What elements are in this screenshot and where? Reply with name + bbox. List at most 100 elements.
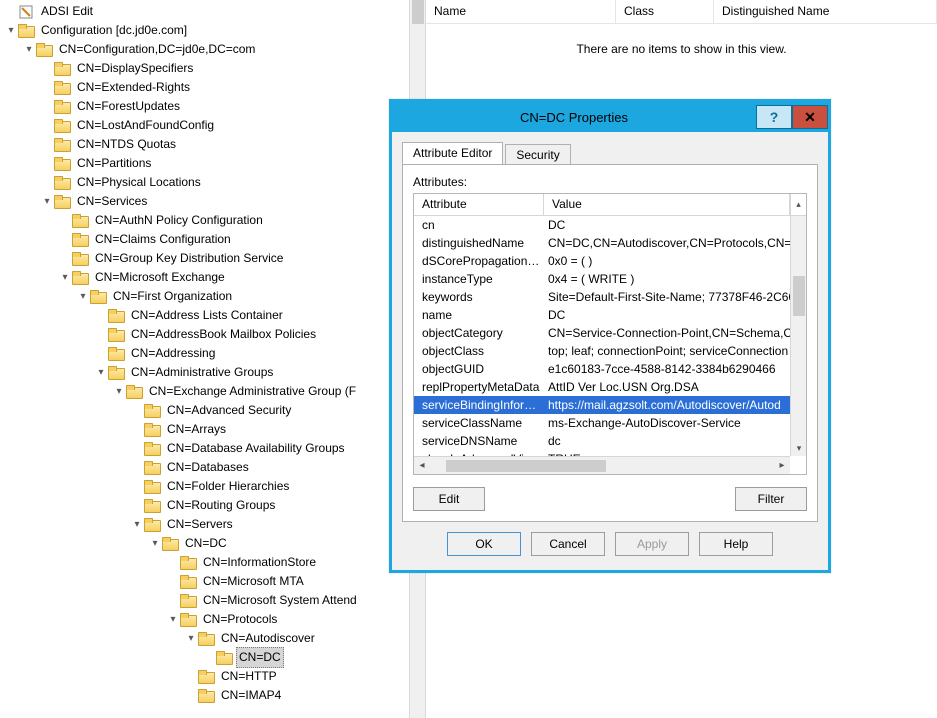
tree-node[interactable]: CN=ForestUpdates xyxy=(4,97,425,116)
tree-label[interactable]: Configuration [dc.jd0e.com] xyxy=(38,20,190,41)
filter-button[interactable]: Filter xyxy=(735,487,807,511)
attributes-grid[interactable]: Attribute Value ▴ cnDCdistinguishedNameC… xyxy=(413,193,807,475)
grid-vscrollbar[interactable]: ▾ xyxy=(790,216,806,456)
tree-label[interactable]: CN=Extended-Rights xyxy=(74,77,193,98)
tree-node[interactable]: CN=Extended-Rights xyxy=(4,78,425,97)
tree-label[interactable]: CN=AddressBook Mailbox Policies xyxy=(128,324,319,345)
tree-node[interactable]: CN=Databases xyxy=(4,458,425,477)
tree-label[interactable]: CN=AuthN Policy Configuration xyxy=(92,210,266,231)
grid-row[interactable]: objectGUIDe1c60183-7cce-4588-8142-3384b6… xyxy=(414,360,790,378)
tree-node[interactable]: CN=Microsoft System Attend xyxy=(4,591,425,610)
expander-icon[interactable]: ▾ xyxy=(148,537,162,551)
tree-label[interactable]: CN=Addressing xyxy=(128,343,218,364)
tree-label[interactable]: CN=HTTP xyxy=(218,666,280,687)
tree-node[interactable]: ▾CN=Protocols xyxy=(4,610,425,629)
expander-icon[interactable]: ▾ xyxy=(40,195,54,209)
close-icon[interactable]: ✕ xyxy=(792,105,828,129)
help-button[interactable]: Help xyxy=(699,532,773,556)
tree-label[interactable]: CN=Folder Hierarchies xyxy=(164,476,292,497)
tab-security[interactable]: Security xyxy=(505,144,570,164)
col-dn[interactable]: Distinguished Name xyxy=(714,0,937,23)
expander-icon[interactable]: ▾ xyxy=(76,290,90,304)
tree-label[interactable]: ADSI Edit xyxy=(38,1,96,22)
help-icon[interactable]: ? xyxy=(756,105,792,129)
ok-button[interactable]: OK xyxy=(447,532,521,556)
cancel-button[interactable]: Cancel xyxy=(531,532,605,556)
expander-icon[interactable]: ▾ xyxy=(4,24,18,38)
grid-body[interactable]: cnDCdistinguishedNameCN=DC,CN=Autodiscov… xyxy=(414,216,790,456)
tree-node[interactable]: CN=Database Availability Groups xyxy=(4,439,425,458)
scroll-left-icon[interactable]: ◂ xyxy=(414,460,430,471)
tree-node[interactable]: ▾ Configuration [dc.jd0e.com] xyxy=(4,21,425,40)
col-value[interactable]: Value xyxy=(544,194,790,215)
tab-attribute-editor[interactable]: Attribute Editor xyxy=(402,142,503,164)
tree-label[interactable]: CN=Partitions xyxy=(74,153,154,174)
tree-scrollbar-thumb[interactable] xyxy=(412,0,424,24)
tree-label[interactable]: CN=DC xyxy=(182,533,230,554)
grid-row[interactable]: instanceType0x4 = ( WRITE ) xyxy=(414,270,790,288)
col-class[interactable]: Class xyxy=(616,0,714,23)
tree-node[interactable]: ▾ CN=DC xyxy=(4,534,425,553)
tree-label[interactable]: CN=Exchange Administrative Group (F xyxy=(146,381,359,402)
tree-label[interactable]: CN=DC xyxy=(236,647,284,668)
dialog-titlebar[interactable]: CN=DC Properties ? ✕ xyxy=(392,102,828,132)
tree-label[interactable]: CN=LostAndFoundConfig xyxy=(74,115,217,136)
tree-node[interactable]: CN=InformationStore xyxy=(4,553,425,572)
tree-label[interactable]: CN=Microsoft Exchange xyxy=(92,267,228,288)
tree-label[interactable]: CN=First Organization xyxy=(110,286,235,307)
tree-node[interactable]: CN=Physical Locations xyxy=(4,173,425,192)
tree-node[interactable]: CN=Group Key Distribution Service xyxy=(4,249,425,268)
tree-label[interactable]: CN=Database Availability Groups xyxy=(164,438,348,459)
tree-node[interactable]: CN=Routing Groups xyxy=(4,496,425,515)
hscroll-thumb[interactable] xyxy=(446,460,606,472)
grid-row[interactable]: serviceClassNamems-Exchange-AutoDiscover… xyxy=(414,414,790,432)
tree-node[interactable]: CN=IMAP4 xyxy=(4,686,425,705)
tree-node[interactable]: ▾CN=Configuration,DC=jd0e,DC=com xyxy=(4,40,425,59)
tree-node[interactable]: ▾CN=Administrative Groups xyxy=(4,363,425,382)
vscroll-thumb[interactable] xyxy=(793,276,805,316)
grid-row[interactable]: serviceDNSNamedc xyxy=(414,432,790,450)
tree-node[interactable]: ▾CN=Autodiscover xyxy=(4,629,425,648)
tree-label[interactable]: CN=IMAP4 xyxy=(218,685,284,706)
tree-node[interactable]: ▾ CN=Exchange Administrative Group (F xyxy=(4,382,425,401)
tree-node[interactable]: CN=Addressing xyxy=(4,344,425,363)
apply-button[interactable]: Apply xyxy=(615,532,689,556)
grid-hscrollbar[interactable]: ◂ ▸ xyxy=(414,456,790,474)
tree-node[interactable]: CN=AddressBook Mailbox Policies xyxy=(4,325,425,344)
tree-label[interactable]: CN=Microsoft System Attend xyxy=(200,590,360,611)
expander-icon[interactable]: ▾ xyxy=(94,366,108,380)
tree-node[interactable]: CN=Arrays xyxy=(4,420,425,439)
tree-node[interactable]: CN=Address Lists Container xyxy=(4,306,425,325)
expander-icon[interactable]: ▾ xyxy=(130,518,144,532)
edit-button[interactable]: Edit xyxy=(413,487,485,511)
grid-row[interactable]: objectClasstop; leaf; connectionPoint; s… xyxy=(414,342,790,360)
tree-label[interactable]: CN=Claims Configuration xyxy=(92,229,234,250)
tree-label[interactable]: CN=Group Key Distribution Service xyxy=(92,248,286,269)
grid-row[interactable]: dSCorePropagationD...0x0 = ( ) xyxy=(414,252,790,270)
tree-node[interactable]: CN=DC xyxy=(4,648,425,667)
tree-label[interactable]: CN=NTDS Quotas xyxy=(74,134,179,155)
expander-icon[interactable]: ▾ xyxy=(22,43,36,57)
tree-label[interactable]: CN=Routing Groups xyxy=(164,495,278,516)
tree-node[interactable]: CN=Folder Hierarchies xyxy=(4,477,425,496)
grid-row[interactable]: replPropertyMetaDataAttID Ver Loc.USN Or… xyxy=(414,378,790,396)
grid-row[interactable]: distinguishedNameCN=DC,CN=Autodiscover,C… xyxy=(414,234,790,252)
tree-node[interactable]: CN=NTDS Quotas xyxy=(4,135,425,154)
grid-row[interactable]: objectCategoryCN=Service-Connection-Poin… xyxy=(414,324,790,342)
tree-node[interactable]: ▾ CN=Servers xyxy=(4,515,425,534)
tree-label[interactable]: CN=InformationStore xyxy=(200,552,319,573)
grid-row[interactable]: cnDC xyxy=(414,216,790,234)
expander-icon[interactable]: ▾ xyxy=(58,271,72,285)
col-attribute[interactable]: Attribute xyxy=(414,194,544,215)
tree-label[interactable]: CN=DisplaySpecifiers xyxy=(74,58,196,79)
tree-label[interactable]: CN=Address Lists Container xyxy=(128,305,286,326)
grid-row[interactable]: keywordsSite=Default-First-Site-Name; 77… xyxy=(414,288,790,306)
tree-label[interactable]: CN=Microsoft MTA xyxy=(200,571,307,592)
tree-label[interactable]: CN=Arrays xyxy=(164,419,229,440)
tree-node[interactable]: ▾ CN=Microsoft Exchange xyxy=(4,268,425,287)
tree-label[interactable]: CN=Advanced Security xyxy=(164,400,294,421)
tree-label[interactable]: CN=Servers xyxy=(164,514,236,535)
tree-node[interactable]: CN=Advanced Security xyxy=(4,401,425,420)
expander-icon[interactable]: ▾ xyxy=(184,632,198,646)
expander-icon[interactable]: ▾ xyxy=(112,385,126,399)
